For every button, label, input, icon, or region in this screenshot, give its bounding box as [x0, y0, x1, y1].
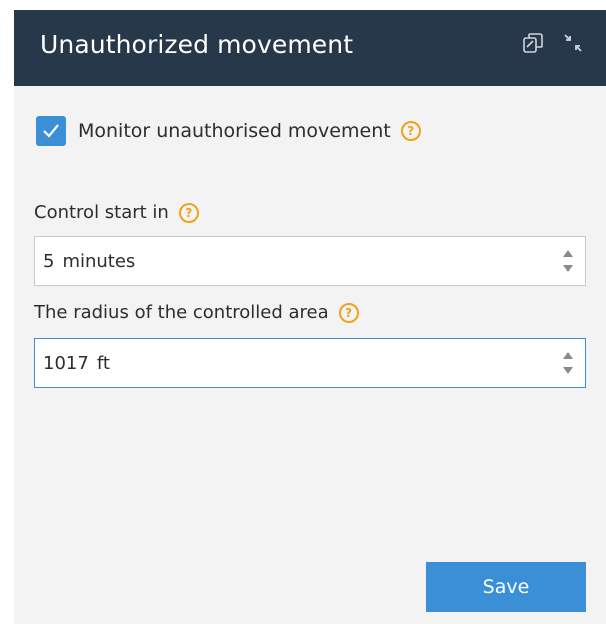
monitor-label: Monitor unauthorised movement — [78, 120, 391, 142]
radius-label-row: The radius of the controlled area ? — [34, 302, 359, 323]
panel-header: Unauthorized movement — [14, 10, 606, 86]
radius-value: 1017 — [43, 352, 89, 374]
control-start-label-row: Control start in ? — [34, 202, 199, 223]
unauthorized-movement-panel: Unauthorized movement Monitor unauthoris… — [14, 10, 606, 624]
stepper-up-icon[interactable] — [563, 352, 573, 359]
stepper-down-icon[interactable] — [563, 367, 573, 374]
help-icon[interactable]: ? — [338, 302, 359, 323]
control-start-value: 5 — [43, 250, 55, 272]
radius-unit: ft — [96, 352, 110, 374]
monitor-checkbox-row: Monitor unauthorised movement ? — [36, 116, 421, 146]
radius-stepper[interactable] — [561, 348, 575, 378]
header-icon-group — [522, 32, 584, 54]
save-button[interactable]: Save — [426, 562, 586, 612]
stepper-up-icon[interactable] — [563, 250, 573, 257]
control-start-input[interactable]: 5 minutes — [34, 236, 586, 286]
radius-input[interactable]: 1017 ft — [34, 338, 586, 388]
monitor-checkbox[interactable] — [36, 116, 66, 146]
help-icon[interactable]: ? — [178, 202, 199, 223]
control-start-stepper[interactable] — [561, 246, 575, 276]
checkmark-icon — [43, 124, 59, 138]
panel-title: Unauthorized movement — [40, 30, 354, 59]
stepper-down-icon[interactable] — [563, 265, 573, 272]
copy-icon[interactable] — [522, 32, 544, 54]
control-start-label: Control start in — [34, 202, 169, 223]
help-icon[interactable]: ? — [400, 121, 421, 141]
radius-label: The radius of the controlled area — [34, 302, 329, 323]
control-start-unit: minutes — [62, 250, 136, 272]
collapse-icon[interactable] — [562, 32, 584, 54]
